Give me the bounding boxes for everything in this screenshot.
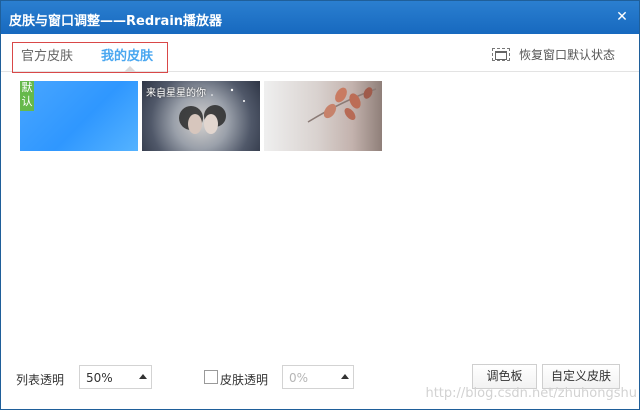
active-tab-caret [124, 66, 136, 72]
title-bar[interactable]: 皮肤与窗口调整——Redrain播放器 ✕ [1, 1, 639, 34]
list-opacity-select[interactable]: 50% [79, 365, 152, 389]
skin-thumbnail-leaves[interactable] [264, 81, 382, 151]
window-restore-icon [492, 48, 511, 61]
skin-opacity-checkbox[interactable] [204, 370, 218, 384]
bottom-controls: 列表透明 50% 皮肤透明 0% 调色板 自定义皮肤 [1, 363, 639, 393]
close-icon[interactable]: ✕ [613, 8, 631, 26]
tab-official-skins[interactable]: 官方皮肤 [21, 45, 73, 64]
skin-thumbnail-default[interactable]: 默认 [20, 81, 138, 151]
skin-opacity-label: 皮肤透明 [220, 373, 269, 387]
custom-skin-button[interactable]: 自定义皮肤 [542, 364, 620, 389]
default-badge: 默认 [20, 81, 34, 111]
skin-thumbnail-star[interactable]: 来自星星的你 [142, 81, 260, 151]
skin-thumbnail-title: 来自星星的你 [146, 88, 206, 99]
skin-window: 皮肤与窗口调整——Redrain播放器 ✕ 官方皮肤 我的皮肤 恢复窗口默认状态… [0, 0, 640, 410]
palette-button[interactable]: 调色板 [472, 364, 537, 389]
window-title: 皮肤与窗口调整——Redrain播放器 [9, 14, 223, 29]
tab-bar: 官方皮肤 我的皮肤 恢复窗口默认状态 [1, 34, 639, 73]
list-opacity-label: 列表透明 [16, 373, 65, 387]
restore-default-window-label: 恢复窗口默认状态 [518, 48, 615, 62]
chevron-up-icon [341, 374, 349, 379]
restore-default-window-button[interactable]: 恢复窗口默认状态 [492, 46, 615, 63]
skin-opacity-select[interactable]: 0% [282, 365, 354, 389]
chevron-up-icon [139, 374, 147, 379]
tab-my-skins[interactable]: 我的皮肤 [101, 45, 153, 64]
skin-opacity-value: 0% [289, 371, 309, 385]
leaf-skin-artwork [307, 87, 377, 123]
list-opacity-value: 50% [86, 371, 113, 385]
